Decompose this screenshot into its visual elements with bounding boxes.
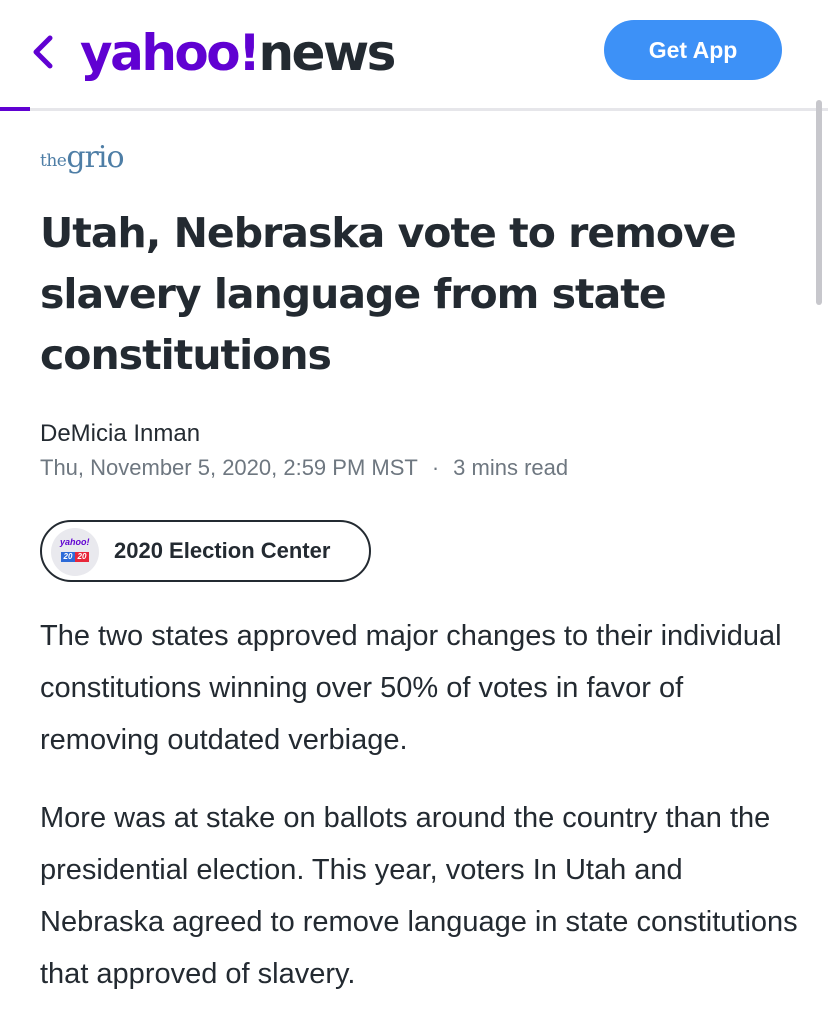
publisher-logo-the: the: [40, 151, 67, 171]
icon-num-left: 20: [61, 552, 75, 562]
read-time: 3 mins read: [453, 455, 569, 480]
publisher-logo[interactable]: thegrio: [40, 140, 125, 186]
top-navigation-bar: yahoo!news Get App: [0, 0, 828, 110]
logo-bang: !: [238, 24, 261, 82]
icon-yahoo-text: yahoo!: [60, 537, 90, 547]
yahoo-news-logo[interactable]: yahoo!news: [80, 20, 396, 86]
election-center-label: 2020 Election Center: [114, 538, 331, 563]
yahoo-2020-icon: yahoo! 20 20: [51, 528, 99, 576]
icon-num-right: 20: [75, 552, 89, 562]
article-headline: Utah, Nebraska vote to remove slavery la…: [40, 209, 737, 379]
get-app-button[interactable]: Get App: [604, 20, 782, 80]
reading-progress-indicator: [0, 107, 30, 111]
scrollbar[interactable]: [816, 100, 822, 305]
article-paragraph: The two states approved major changes to…: [40, 620, 782, 756]
meta-separator: ·: [431, 455, 440, 480]
publisher-logo-name: grio: [66, 140, 124, 175]
back-button[interactable]: [26, 30, 62, 74]
article-author[interactable]: DeMicia Inman: [40, 420, 200, 448]
chevron-left-icon: [33, 35, 53, 69]
logo-news: news: [258, 24, 396, 82]
election-center-button[interactable]: yahoo! 20 20 2020 Election Center: [40, 520, 371, 582]
article-meta: Thu, November 5, 2020, 2:59 PM MST · 3 min…: [40, 455, 568, 481]
article-date: Thu, November 5, 2020, 2:59 PM MST: [40, 455, 418, 480]
logo-yahoo: yahoo: [80, 24, 241, 82]
header-divider: [0, 108, 828, 111]
article-paragraph: More was at stake on ballots around the …: [40, 802, 798, 990]
